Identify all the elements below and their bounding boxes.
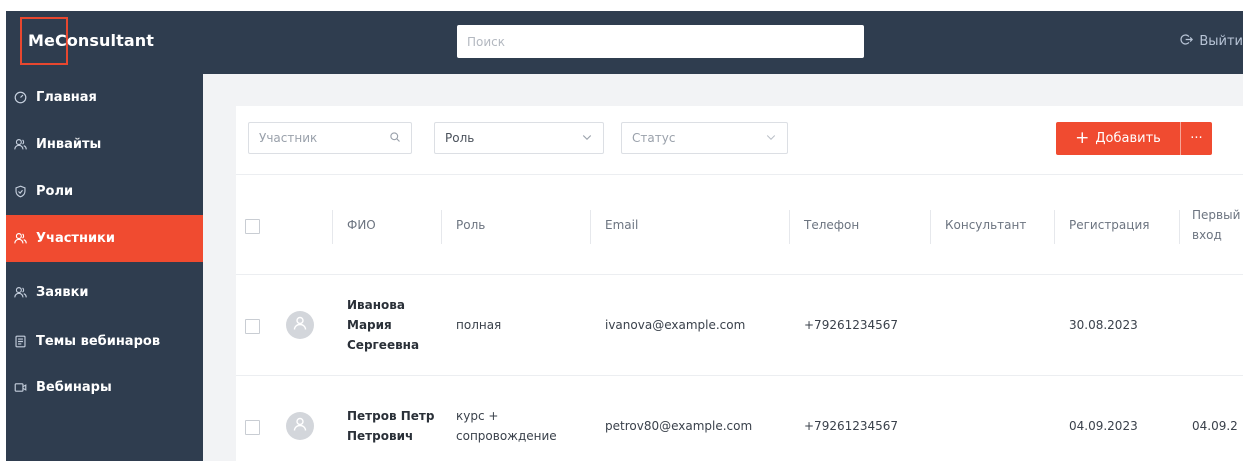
column-header-email[interactable]: Email <box>591 175 789 275</box>
logout-button[interactable]: Выйти <box>1180 33 1243 50</box>
add-button-label: Добавить <box>1095 131 1161 146</box>
sidebar-item-label: Инвайты <box>36 137 102 152</box>
participant-placeholder: Участник <box>259 131 318 145</box>
search-input[interactable] <box>457 25 864 58</box>
add-button-group: + Добавить ··· <box>1056 122 1212 155</box>
participant-registration: 30.08.2023 <box>1069 318 1138 332</box>
chevron-down-icon <box>765 131 777 146</box>
chevron-down-icon <box>581 131 593 146</box>
sidebar-item-label: Вебинары <box>36 380 112 395</box>
sidebar-item-webinar-topics[interactable]: Темы вебинаров <box>6 318 203 365</box>
users-icon <box>13 286 27 300</box>
row-checkbox[interactable] <box>245 420 260 435</box>
shield-icon <box>13 185 27 199</box>
user-icon <box>292 315 308 335</box>
participant-search-input[interactable]: Участник <box>248 122 412 154</box>
sidebar-item-roles[interactable]: Роли <box>6 168 203 215</box>
table-row[interactable]: Петров Петр Петрович курс + сопровождени… <box>236 376 1243 461</box>
participant-name[interactable]: Иванова Мария Сергеевна <box>333 275 441 375</box>
video-icon <box>13 381 27 395</box>
column-header-first-login[interactable]: Первый вход <box>1180 175 1243 275</box>
user-icon <box>292 416 308 436</box>
main-content: Участник Роль Статус + Добавить ··· ФИО … <box>203 74 1243 461</box>
more-icon: ··· <box>1190 131 1203 146</box>
sidebar-item-label: Роли <box>36 184 74 199</box>
sidebar-item-label: Темы вебинаров <box>36 334 161 349</box>
sidebar: Главная Инвайты Роли Участники Заявки Те… <box>6 74 203 461</box>
sidebar-item-requests[interactable]: Заявки <box>6 269 203 316</box>
sidebar-item-webinars[interactable]: Вебинары <box>6 364 203 411</box>
participant-consultant <box>931 275 1054 375</box>
logout-icon <box>1180 33 1194 50</box>
sidebar-item-label: Заявки <box>36 285 89 300</box>
add-button[interactable]: + Добавить <box>1056 122 1180 155</box>
column-header-consultant[interactable]: Консультант <box>931 175 1054 275</box>
sidebar-item-invites[interactable]: Инвайты <box>6 121 203 168</box>
users-icon <box>13 232 27 246</box>
participant-email: ivanova@example.com <box>605 318 746 332</box>
avatar <box>286 311 314 339</box>
participant-registration: 04.09.2023 <box>1069 419 1138 433</box>
table-row[interactable]: Иванова Мария Сергеевна полная ivanova@e… <box>236 275 1243 376</box>
table-header: ФИО Роль Email Телефон Консультант Регис… <box>236 174 1243 275</box>
status-select[interactable]: Статус <box>621 122 788 154</box>
participant-first-login: 04.09.2 <box>1192 419 1238 433</box>
role-select-value: Роль <box>445 131 475 145</box>
users-icon <box>13 138 27 152</box>
participant-phone: +79261234567 <box>804 419 899 433</box>
column-header-name[interactable]: ФИО <box>333 175 441 275</box>
participants-panel: Участник Роль Статус + Добавить ··· ФИО … <box>236 106 1243 461</box>
app-logo[interactable]: MeConsultant <box>28 31 154 50</box>
dashboard-icon <box>13 91 27 105</box>
status-placeholder: Статус <box>632 131 676 145</box>
column-header-registration[interactable]: Регистрация <box>1055 175 1179 275</box>
top-header: MeConsultant Выйти <box>6 11 1243 74</box>
participant-consultant <box>931 376 1054 461</box>
row-checkbox[interactable] <box>245 319 260 334</box>
participant-email: petrov80@example.com <box>605 419 753 433</box>
avatar <box>286 412 314 440</box>
sidebar-item-label: Участники <box>36 231 115 246</box>
participant-phone: +79261234567 <box>804 318 899 332</box>
sidebar-item-home[interactable]: Главная <box>6 74 203 121</box>
participant-first-login <box>1180 275 1243 375</box>
participant-role: курс + сопровождение <box>456 409 557 443</box>
filter-bar: Участник Роль Статус + Добавить ··· <box>236 106 1243 174</box>
logout-label: Выйти <box>1199 34 1243 49</box>
participant-role: полная <box>456 318 502 332</box>
document-icon <box>13 335 27 349</box>
search-icon <box>389 131 401 146</box>
more-actions-button[interactable]: ··· <box>1181 122 1212 155</box>
sidebar-item-participants[interactable]: Участники <box>6 215 203 262</box>
participant-name[interactable]: Петров Петр Петрович <box>333 376 441 461</box>
column-header-phone[interactable]: Телефон <box>790 175 930 275</box>
plus-icon: + <box>1075 128 1090 148</box>
role-select[interactable]: Роль <box>434 122 604 154</box>
select-all-checkbox[interactable] <box>245 219 260 234</box>
sidebar-item-label: Главная <box>36 90 97 105</box>
column-header-role[interactable]: Роль <box>442 175 590 275</box>
